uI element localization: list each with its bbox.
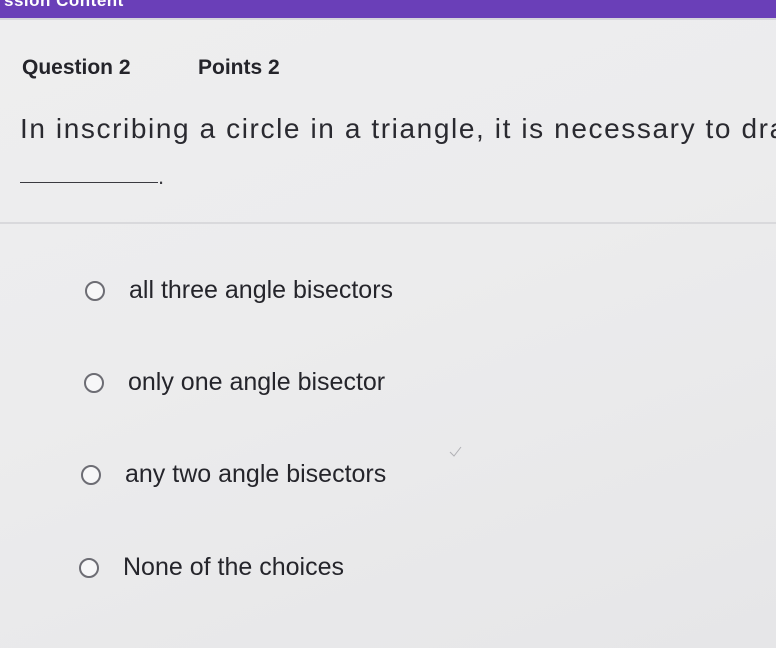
option-all-three-angle-bisectors[interactable]: all three angle bisectors <box>85 276 393 305</box>
option-label: only one angle bisector <box>128 368 386 396</box>
option-none-of-the-choices[interactable]: None of the choices <box>79 553 344 582</box>
screen-smudge-mark <box>449 446 462 457</box>
option-label: all three angle bisectors <box>129 276 394 304</box>
option-any-two-angle-bisectors[interactable]: any two angle bisectors <box>81 460 386 489</box>
radio-icon[interactable] <box>81 464 101 485</box>
answer-options: all three angle bisectors only one angle… <box>0 0 776 648</box>
option-only-one-angle-bisector[interactable]: only one angle bisector <box>84 368 385 397</box>
radio-icon[interactable] <box>84 372 104 393</box>
radio-icon[interactable] <box>85 280 105 301</box>
option-label: any two angle bisectors <box>125 460 387 488</box>
option-label: None of the choices <box>123 553 344 581</box>
radio-icon[interactable] <box>79 557 99 578</box>
